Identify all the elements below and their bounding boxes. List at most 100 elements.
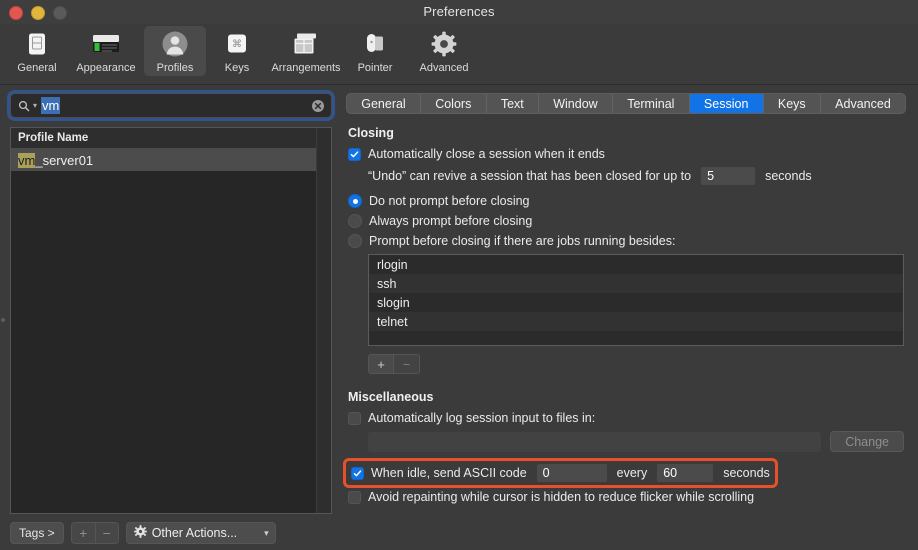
add-job-button[interactable]: + — [368, 354, 394, 374]
general-icon — [20, 29, 54, 59]
tab-colors[interactable]: Colors — [421, 94, 487, 113]
clear-icon[interactable] — [311, 99, 325, 113]
jobs-add-remove-group: + − — [368, 354, 904, 374]
undo-revive-row: “Undo” can revive a session that has bee… — [348, 167, 904, 185]
toolbar-label: Appearance — [76, 62, 136, 74]
avoid-repaint-checkbox[interactable] — [348, 490, 361, 504]
idle-ascii-code-input[interactable]: 0 — [536, 464, 607, 482]
profile-name-match: vm — [18, 152, 36, 168]
tab-session[interactable]: Session — [689, 94, 764, 113]
profiles-list-rows: vm _server01 — [11, 149, 331, 513]
undo-revive-input[interactable]: 5 — [701, 167, 756, 185]
window-title: Preferences — [423, 4, 495, 19]
radio-always-prompt-row[interactable]: Always prompt before closing — [348, 214, 904, 228]
prompt-if-jobs-radio[interactable] — [348, 234, 362, 248]
preferences-toolbar: General Appearance Profiles ⌘ Keys Arran… — [0, 24, 918, 85]
pointer-icon — [358, 29, 392, 59]
add-profile-button[interactable]: + — [70, 522, 95, 544]
advanced-icon — [427, 29, 461, 59]
titlebar: Preferences — [0, 0, 918, 24]
avoid-repaint-label: Avoid repainting while cursor is hidden … — [368, 490, 755, 504]
profiles-list-header[interactable]: Profile Name — [11, 128, 331, 149]
other-actions-label: Other Actions... — [151, 526, 238, 540]
search-input[interactable]: vm — [41, 97, 311, 114]
closing-section-title: Closing — [348, 126, 394, 140]
radio-do-not-prompt-row[interactable]: Do not prompt before closing — [348, 194, 904, 208]
toolbar-item-keys[interactable]: ⌘ Keys — [206, 26, 268, 76]
do-not-prompt-label: Do not prompt before closing — [369, 194, 530, 208]
sidebar-resize-handle[interactable] — [1, 317, 5, 322]
chevron-down-icon: ▾ — [264, 527, 269, 538]
toolbar-item-arrangements[interactable]: Arrangements — [268, 26, 344, 76]
tab-text[interactable]: Text — [487, 94, 539, 113]
toolbar-label: General — [17, 62, 57, 74]
auto-close-checkbox[interactable] — [348, 147, 361, 161]
jobs-list-item[interactable]: rlogin — [369, 255, 903, 274]
idle-ascii-highlight: When idle, send ASCII code 0 every 60 se… — [343, 458, 778, 488]
jobs-list-item[interactable]: telnet — [369, 312, 903, 331]
idle-ascii-checkbox[interactable] — [351, 466, 364, 480]
tab-general[interactable]: General — [347, 94, 421, 113]
profile-name-rest: _server01 — [35, 152, 94, 168]
search-icon — [18, 100, 30, 112]
appearance-icon — [89, 29, 123, 59]
toolbar-label: Keys — [224, 62, 250, 74]
auto-close-row[interactable]: Automatically close a session when it en… — [348, 147, 904, 161]
idle-interval-input[interactable]: 60 — [657, 464, 714, 482]
session-panel: Closing Automatically close a session wh… — [343, 114, 906, 550]
tab-keys[interactable]: Keys — [764, 94, 821, 113]
toolbar-item-pointer[interactable]: Pointer — [344, 26, 406, 76]
chevron-down-icon[interactable]: ▾ — [33, 101, 37, 110]
tab-terminal[interactable]: Terminal — [613, 94, 690, 113]
auto-close-label: Automatically close a session when it en… — [368, 147, 605, 161]
search-input-value: vm — [41, 97, 61, 114]
toolbar-item-appearance[interactable]: Appearance — [68, 26, 144, 76]
toolbar-item-advanced[interactable]: Advanced — [406, 26, 482, 76]
toolbar-item-profiles[interactable]: Profiles — [144, 26, 206, 76]
idle-every-label: every — [616, 466, 648, 480]
gear-icon — [133, 525, 147, 541]
jobs-list-item[interactable]: slogin — [369, 293, 903, 312]
profile-detail-pane: General Colors Text Window Terminal Sess… — [340, 85, 918, 550]
auto-log-label: Automatically log session input to files… — [368, 411, 596, 425]
idle-ascii-label: When idle, send ASCII code — [371, 466, 527, 480]
remove-job-button[interactable]: − — [394, 354, 420, 374]
remove-profile-button[interactable]: − — [94, 522, 119, 544]
profiles-icon — [158, 29, 192, 59]
profiles-sidebar: ▾ vm Profile Name vm _server01 Tags > + … — [0, 85, 340, 550]
avoid-repaint-row[interactable]: Avoid repainting while cursor is hidden … — [348, 490, 904, 504]
toolbar-label: Advanced — [419, 62, 469, 74]
window-body: ▾ vm Profile Name vm _server01 Tags > + … — [0, 85, 918, 550]
miscellaneous-section-title: Miscellaneous — [348, 390, 434, 404]
add-remove-profile-group: + − — [70, 522, 119, 544]
toolbar-label: Pointer — [357, 62, 393, 74]
preferences-window: Preferences General Appearance Profiles … — [0, 0, 918, 550]
always-prompt-radio[interactable] — [348, 214, 362, 228]
profiles-list-scrollbar[interactable] — [316, 128, 331, 513]
auto-log-checkbox[interactable] — [348, 411, 361, 425]
toolbar-label: Arrangements — [271, 62, 341, 74]
tags-button[interactable]: Tags > — [10, 522, 64, 544]
change-button[interactable]: Change — [830, 431, 904, 452]
log-path-row: Change — [368, 431, 904, 452]
profiles-list[interactable]: Profile Name vm _server01 — [10, 127, 332, 514]
log-path-input[interactable] — [368, 431, 822, 452]
keys-icon: ⌘ — [220, 29, 254, 59]
profile-tabbar: General Colors Text Window Terminal Sess… — [346, 93, 906, 114]
jobs-list-item[interactable]: ssh — [369, 274, 903, 293]
radio-prompt-if-jobs-row[interactable]: Prompt before closing if there are jobs … — [348, 234, 904, 248]
prompt-if-jobs-label: Prompt before closing if there are jobs … — [369, 234, 676, 248]
sidebar-footer-toolbar: Tags > + − Other Actions... ▾ — [10, 522, 332, 544]
list-item[interactable]: vm _server01 — [11, 149, 331, 171]
search-field[interactable]: ▾ vm — [10, 93, 332, 118]
toolbar-item-general[interactable]: General — [6, 26, 68, 76]
always-prompt-label: Always prompt before closing — [369, 214, 533, 228]
other-actions-menu[interactable]: Other Actions... ▾ — [125, 522, 276, 544]
do-not-prompt-radio[interactable] — [348, 194, 362, 208]
auto-log-row[interactable]: Automatically log session input to files… — [348, 411, 904, 425]
tab-advanced[interactable]: Advanced — [821, 94, 905, 113]
jobs-list[interactable]: rlogin ssh slogin telnet — [368, 254, 904, 346]
tab-window[interactable]: Window — [539, 94, 613, 113]
idle-seconds-label: seconds — [723, 466, 770, 480]
undo-revive-label: “Undo” can revive a session that has bee… — [368, 169, 692, 183]
